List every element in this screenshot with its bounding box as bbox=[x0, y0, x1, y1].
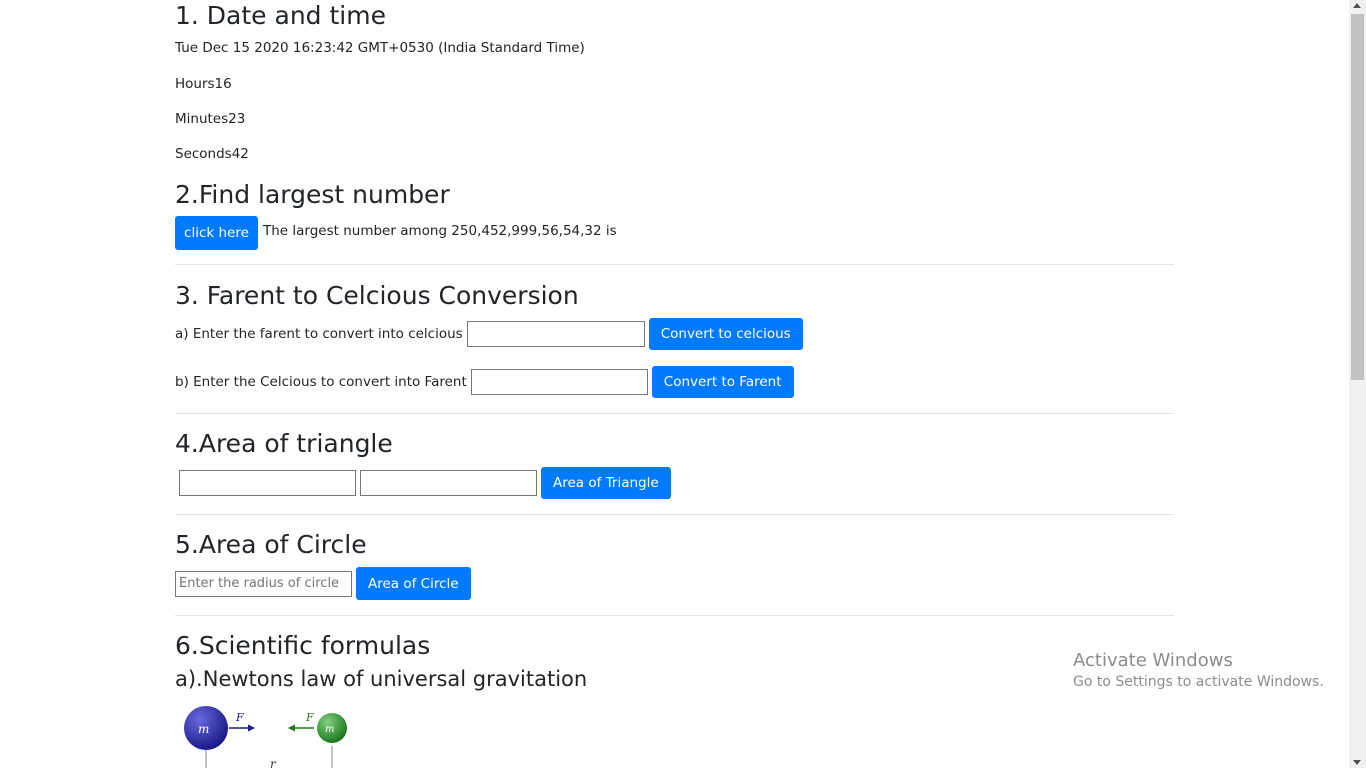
celcious-input[interactable] bbox=[470, 369, 648, 395]
force2-arrowhead bbox=[288, 724, 295, 732]
date-string: Tue Dec 15 2020 16:23:42 GMT+0530 (India… bbox=[175, 40, 585, 56]
mass2-label: m bbox=[325, 724, 334, 735]
scroll-down-arrow-icon[interactable] bbox=[1353, 760, 1361, 765]
divider bbox=[175, 413, 1174, 414]
gravitation-subheading: a).Newtons law of universal gravitation bbox=[175, 667, 588, 691]
largest-number-result: The largest number among 250,452,999,56,… bbox=[263, 223, 617, 239]
force1-arrowhead bbox=[248, 724, 255, 732]
convert-to-farent-button[interactable]: Convert to Farent bbox=[651, 366, 794, 398]
triangle-heading: 4.Area of triangle bbox=[175, 429, 393, 458]
vertical-scrollbar[interactable] bbox=[1349, 0, 1366, 768]
triangle-base-input[interactable] bbox=[179, 470, 356, 496]
activate-windows-watermark: Activate Windows Go to Settings to activ… bbox=[1073, 650, 1324, 690]
area-of-triangle-button[interactable]: Area of Triangle bbox=[541, 467, 671, 499]
watermark-title: Activate Windows bbox=[1073, 650, 1233, 671]
divider bbox=[175, 514, 1174, 515]
gravitation-diagram: m m F F r bbox=[184, 706, 347, 768]
force2-label: F bbox=[305, 711, 314, 724]
force1-label: F bbox=[235, 711, 244, 724]
radius-input[interactable] bbox=[175, 570, 352, 597]
watermark-subtitle: Go to Settings to activate Windows. bbox=[1073, 674, 1324, 690]
divider bbox=[175, 264, 1174, 265]
farent-to-celcious-label: a) Enter the farent to convert into celc… bbox=[175, 326, 463, 342]
distance-label: r bbox=[270, 757, 277, 768]
scrollbar-thumb[interactable] bbox=[1351, 14, 1364, 380]
scroll-up-arrow-icon[interactable] bbox=[1353, 3, 1361, 8]
area-of-circle-button[interactable]: Area of Circle bbox=[356, 567, 471, 600]
triangle-height-input[interactable] bbox=[360, 470, 537, 496]
circle-heading: 5.Area of Circle bbox=[175, 530, 367, 559]
largest-number-heading: 2.Find largest number bbox=[175, 180, 450, 209]
seconds-text: Seconds42 bbox=[175, 146, 249, 162]
mass1-label: m bbox=[198, 722, 209, 736]
farent-input[interactable] bbox=[466, 321, 645, 347]
divider bbox=[175, 615, 1174, 616]
click-here-button[interactable]: click here bbox=[175, 216, 258, 250]
convert-to-celcious-button[interactable]: Convert to celcious bbox=[648, 318, 803, 350]
celcious-to-farent-label: b) Enter the Celcious to convert into Fa… bbox=[175, 374, 467, 390]
hours-text: Hours16 bbox=[175, 76, 232, 92]
scientific-formulas-heading: 6.Scientific formulas bbox=[175, 631, 431, 660]
conversion-heading: 3. Farent to Celcious Conversion bbox=[175, 281, 579, 310]
date-time-heading: 1. Date and time bbox=[175, 1, 386, 30]
minutes-text: Minutes23 bbox=[175, 111, 246, 127]
